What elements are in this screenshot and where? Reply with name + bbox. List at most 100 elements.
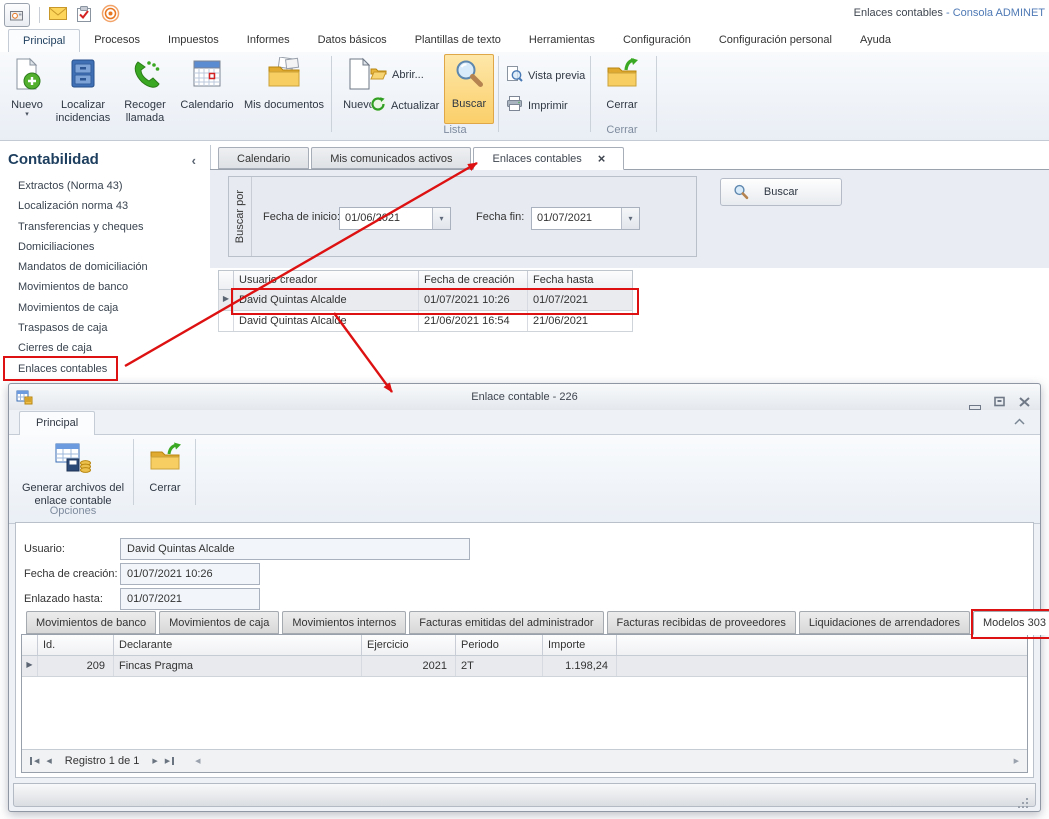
export-table-icon — [54, 442, 92, 478]
abrir-button-label: Abrir... — [392, 68, 424, 81]
tab-facturas-recibidas[interactable]: Facturas recibidas de proveedores — [606, 611, 796, 634]
cell-ejercicio: 2021 — [362, 656, 456, 676]
window-title-context: Enlaces contables — [853, 7, 943, 19]
ribbon-tab-procesos[interactable]: Procesos — [80, 29, 154, 52]
prev-record-icon[interactable]: ◀ — [46, 757, 51, 765]
last-record-icon[interactable]: ▶ — [165, 757, 175, 765]
usuario-label: Usuario: — [24, 543, 65, 555]
nuevo-button[interactable]: Nuevo ▾ — [4, 54, 50, 122]
row-indicator-icon: ▶ — [22, 656, 38, 676]
minimize-icon[interactable] — [969, 404, 981, 410]
tab-movimientos-internos[interactable]: Movimientos internos — [282, 611, 407, 634]
buscar-ribbon-button-label: Buscar — [451, 98, 487, 110]
ribbon-tab-informes[interactable]: Informes — [233, 29, 304, 52]
table-row[interactable]: David Quintas Alcalde 21/06/2021 16:54 2… — [218, 311, 633, 332]
tab-mis-comunicados[interactable]: Mis comunicados activos — [311, 147, 472, 169]
notes-button[interactable] — [76, 5, 92, 25]
buscar-ribbon-button[interactable]: Buscar — [444, 54, 494, 124]
sidebar-item-domiciliaciones[interactable]: Domiciliaciones — [18, 237, 94, 257]
ribbon-tab-impuestos[interactable]: Impuestos — [154, 29, 233, 52]
header-usuario-creador[interactable]: Usuario creador — [234, 271, 419, 289]
phone-icon — [129, 57, 161, 95]
fecha-inicio-label: Fecha de inicio: — [263, 211, 341, 223]
mis-documentos-button-label: Mis documentos — [243, 99, 325, 111]
fecha-fin-field[interactable]: 01/07/2021 ▾ — [531, 207, 640, 230]
restore-icon[interactable] — [994, 391, 1006, 417]
filter-group-label: Buscar por — [234, 189, 246, 244]
actualizar-button[interactable]: Actualizar — [370, 96, 439, 115]
calendario-button[interactable]: Calendario — [176, 54, 238, 122]
sidebar-item-extractos[interactable]: Extractos (Norma 43) — [18, 176, 123, 196]
ribbon-tab-configuracion[interactable]: Configuración — [609, 29, 705, 52]
next-record-icon[interactable]: ▶ — [152, 757, 157, 765]
dialog-cerrar-button[interactable]: Cerrar — [139, 439, 191, 505]
ribbon-tab-ayuda[interactable]: Ayuda — [846, 29, 905, 52]
broadcast-button[interactable] — [101, 4, 120, 26]
sidebar-item-transferencias[interactable]: Transferencias y cheques — [18, 217, 144, 237]
sidebar-item-localizacion[interactable]: Localización norma 43 — [18, 196, 128, 216]
dialog-tab-principal[interactable]: Principal — [19, 411, 96, 435]
tab-movimientos-banco[interactable]: Movimientos de banco — [26, 611, 157, 634]
cerrar-ribbon-button[interactable]: Cerrar — [596, 54, 648, 122]
sidebar-item-cierres[interactable]: Cierres de caja — [18, 338, 92, 358]
close-icon[interactable] — [1019, 391, 1030, 417]
ribbon-tab-herramientas[interactable]: Herramientas — [515, 29, 609, 52]
header-id[interactable]: Id. — [38, 635, 114, 655]
mail-button[interactable] — [49, 7, 67, 23]
collapse-ribbon-icon[interactable] — [1013, 417, 1026, 429]
resize-grip[interactable] — [1026, 798, 1028, 800]
modelos-table-header: Id. Declarante Ejercicio Periodo Importe — [22, 635, 1027, 656]
fecha-inicio-dropdown[interactable]: ▾ — [432, 208, 450, 229]
usuario-field[interactable]: David Quintas Alcalde — [120, 538, 470, 560]
tab-calendario[interactable]: Calendario — [218, 147, 310, 169]
localizar-incidencias-button[interactable]: Localizar incidencias — [52, 54, 114, 124]
vista-previa-button[interactable]: Vista previa — [506, 66, 585, 85]
recoger-llamada-button[interactable]: Recoger llamada — [116, 54, 174, 124]
close-tab-icon[interactable]: × — [598, 152, 606, 169]
header-declarante[interactable]: Declarante — [114, 635, 362, 655]
fecha-fin-label: Fecha fin: — [476, 211, 525, 223]
calendar-icon — [191, 57, 223, 95]
table-row[interactable]: ▶ 209 Fincas Pragma 2021 2T 1.198,24 — [22, 656, 1027, 677]
tab-modelos-303[interactable]: Modelos 303 — [972, 611, 1049, 635]
header-ejercicio[interactable]: Ejercicio — [362, 635, 456, 655]
record-navigator: ◀ ◀ Registro 1 de 1 ▶ ▶ ◀ ▶ — [22, 749, 1027, 772]
first-record-icon[interactable]: ◀ — [30, 757, 39, 765]
buscar-button[interactable]: Buscar — [720, 178, 842, 206]
scroll-left-icon[interactable]: ◀ — [195, 757, 200, 765]
sidebar-item-mov-caja[interactable]: Movimientos de caja — [18, 298, 118, 318]
ribbon-tab-datos-basicos[interactable]: Datos básicos — [304, 29, 401, 52]
scroll-right-icon[interactable]: ▶ — [1014, 757, 1019, 765]
tab-liquidaciones[interactable]: Liquidaciones de arrendadores — [798, 611, 970, 634]
header-periodo[interactable]: Periodo — [456, 635, 543, 655]
calendario-button-label: Calendario — [180, 99, 234, 111]
abrir-button[interactable]: Abrir... — [370, 66, 424, 83]
fecha-creacion-field[interactable]: 01/07/2021 10:26 — [120, 563, 260, 585]
generar-archivos-button[interactable]: Generar archivos del enlace contable — [17, 439, 129, 507]
mis-documentos-button[interactable]: Mis documentos — [240, 54, 328, 122]
sidebar-item-mov-banco[interactable]: Movimientos de banco — [18, 277, 128, 297]
sidebar-item-traspasos[interactable]: Traspasos de caja — [18, 318, 107, 338]
tab-movimientos-caja[interactable]: Movimientos de caja — [159, 611, 280, 634]
enlazado-hasta-field[interactable]: 01/07/2021 — [120, 588, 260, 610]
imprimir-button[interactable]: Imprimir — [506, 96, 568, 115]
search-icon — [453, 58, 485, 94]
fecha-fin-dropdown[interactable]: ▾ — [621, 208, 639, 229]
table-row[interactable]: ▶ David Quintas Alcalde 01/07/2021 10:26… — [218, 290, 633, 311]
sidebar-item-enlaces-contables[interactable]: Enlaces contables — [18, 359, 107, 379]
header-importe[interactable]: Importe — [543, 635, 617, 655]
app-menu-button[interactable] — [4, 3, 30, 27]
tab-enlaces-contables[interactable]: Enlaces contables × — [473, 147, 625, 170]
header-fecha-creacion[interactable]: Fecha de creación — [419, 271, 528, 289]
new-document-icon — [10, 57, 44, 95]
header-fecha-hasta[interactable]: Fecha hasta — [528, 271, 634, 289]
ribbon-tab-plantillas[interactable]: Plantillas de texto — [401, 29, 515, 52]
ribbon-tab-configuracion-personal[interactable]: Configuración personal — [705, 29, 846, 52]
tab-facturas-emitidas[interactable]: Facturas emitidas del administrador — [409, 611, 604, 634]
sidebar-collapse-icon[interactable]: ‹ — [192, 153, 196, 168]
fecha-inicio-field[interactable]: 01/06/2021 ▾ — [339, 207, 451, 230]
dialog-titlebar[interactable]: Enlace contable - 226 — [9, 384, 1040, 410]
close-folder-icon — [147, 442, 183, 478]
sidebar-item-mandatos[interactable]: Mandatos de domiciliación — [18, 257, 148, 277]
ribbon-tab-principal[interactable]: Principal — [8, 29, 81, 53]
